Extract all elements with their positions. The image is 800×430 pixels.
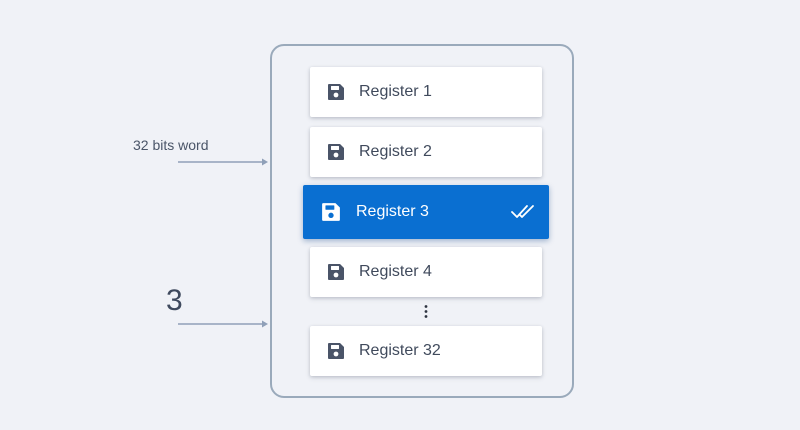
register-index-label: 3 [166, 284, 183, 317]
save-icon [322, 203, 340, 221]
register-item-32[interactable]: Register 32 [310, 326, 542, 376]
save-icon [328, 144, 344, 160]
word-input-label: 32 bits word [133, 137, 209, 153]
register-item-2[interactable]: Register 2 [310, 127, 542, 177]
register-item-3-selected[interactable]: Register 3 [303, 185, 549, 239]
register-label: Register 2 [359, 143, 432, 160]
vertical-ellipsis-icon [424, 305, 428, 318]
word-input-arrow-icon [178, 158, 268, 166]
register-label: Register 3 [356, 203, 429, 220]
index-input-arrow-icon [178, 320, 268, 328]
register-item-1[interactable]: Register 1 [310, 67, 542, 117]
register-label: Register 32 [359, 342, 441, 359]
save-icon [328, 343, 344, 359]
save-icon [328, 264, 344, 280]
register-label: Register 4 [359, 263, 432, 280]
double-check-icon [511, 205, 534, 218]
register-item-4[interactable]: Register 4 [310, 247, 542, 297]
register-label: Register 1 [359, 83, 432, 100]
save-icon [328, 84, 344, 100]
